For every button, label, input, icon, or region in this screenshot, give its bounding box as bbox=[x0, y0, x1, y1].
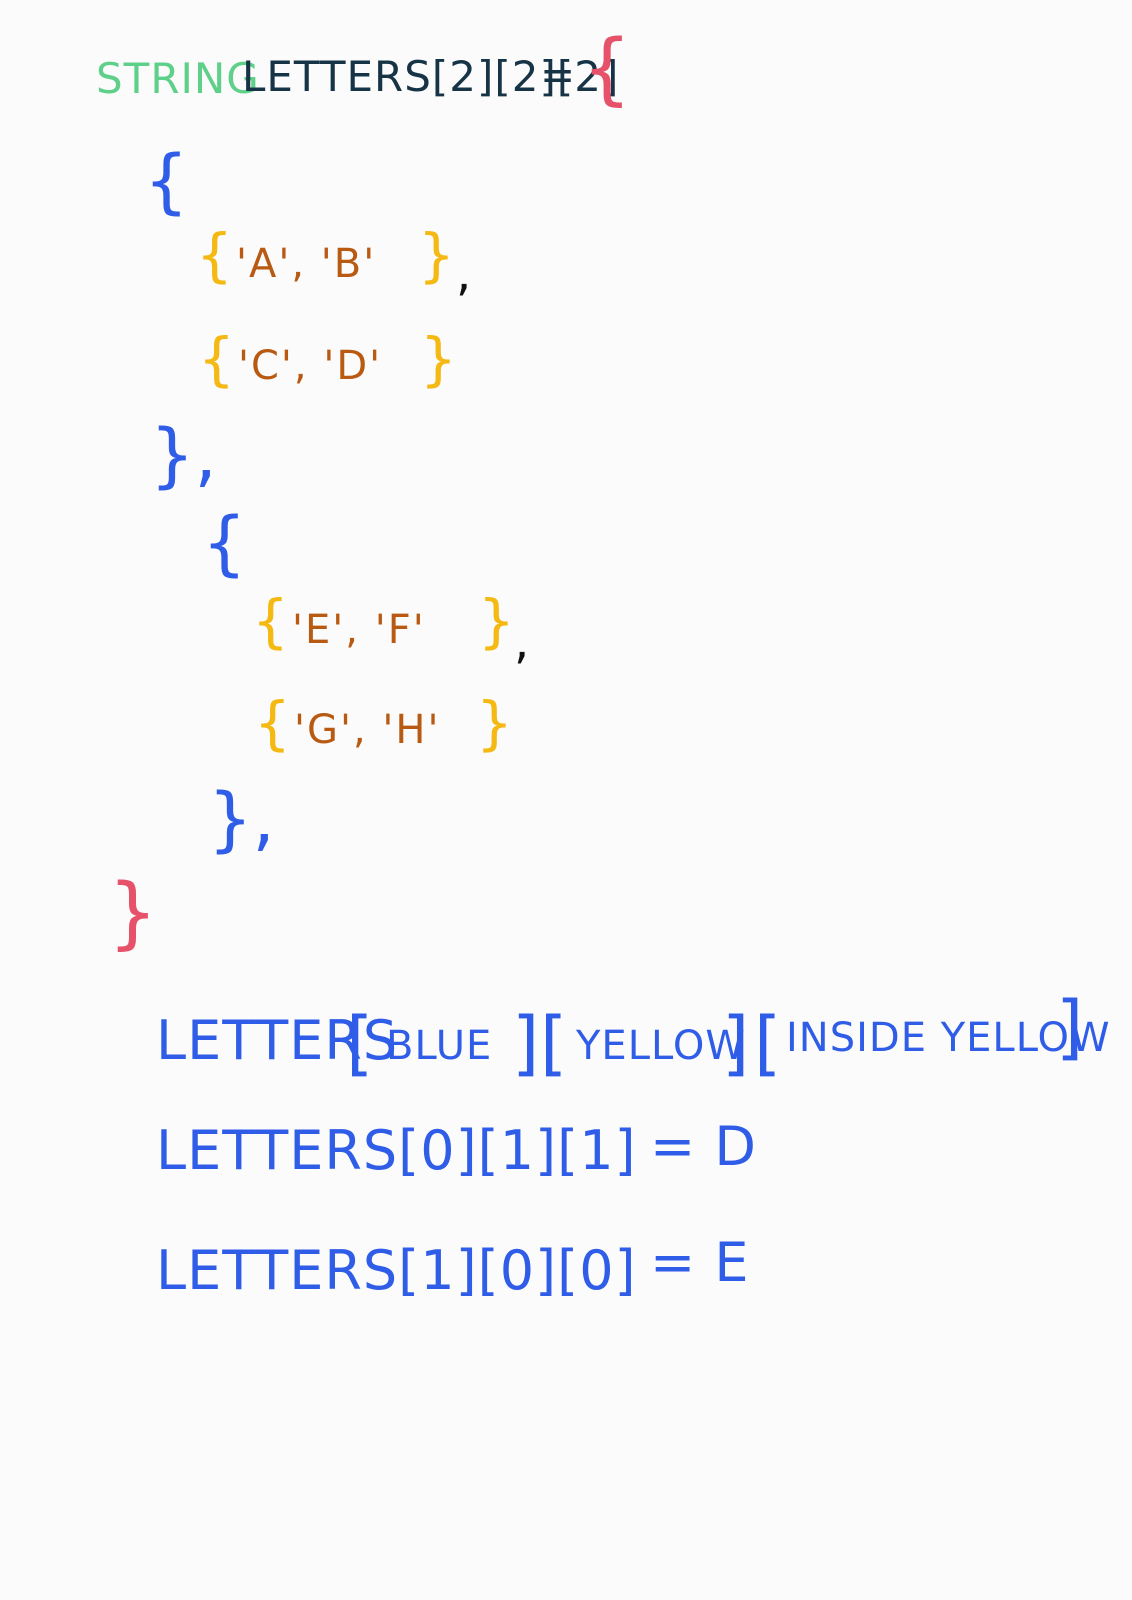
block1-row1-items: 'A', 'B' bbox=[236, 241, 377, 287]
block2-close-brace: }, bbox=[208, 778, 275, 860]
block2-row1-close-brace: } bbox=[478, 587, 515, 655]
block2-row2-close-brace: } bbox=[476, 689, 513, 757]
block1-row1-open-brace: { bbox=[196, 221, 233, 289]
block1-row1-comma: , bbox=[456, 246, 472, 302]
whiteboard-canvas: STRING LETTERS[2][2][2] = { { { 'A', 'B'… bbox=[0, 0, 1132, 1600]
legend-close-bracket-3: ] bbox=[1056, 986, 1085, 1068]
block2-row2-items: 'G', 'H' bbox=[294, 707, 441, 753]
example-1-expression: LETTERS[0][1][1] bbox=[156, 1119, 637, 1182]
legend-open-bracket-2: [ bbox=[540, 1002, 569, 1084]
block1-close-brace: }, bbox=[150, 414, 217, 496]
assign-operator: = bbox=[540, 50, 577, 99]
index-legend: LETTERS [ BLUE ] [ YELLOW ] [ INSIDE YEL… bbox=[156, 992, 1110, 1084]
legend-open-bracket-3: [ bbox=[754, 1002, 783, 1084]
outer-open-brace: { bbox=[582, 24, 632, 114]
block1-row1-close-brace: } bbox=[418, 221, 455, 289]
example-1-result: = D bbox=[650, 1115, 757, 1178]
block2-row1-comma: , bbox=[514, 614, 530, 670]
block1-row2-close-brace: } bbox=[420, 325, 457, 393]
example-2-expression: LETTERS[1][0][0] bbox=[156, 1239, 637, 1302]
legend-close-bracket-1: ] bbox=[512, 1002, 541, 1084]
block1-row2-items: 'C', 'D' bbox=[238, 343, 383, 389]
block2-row1-open-brace: { bbox=[252, 587, 289, 655]
block1-row2-open-brace: { bbox=[198, 325, 235, 393]
block2-row1-items: 'E', 'F' bbox=[292, 607, 426, 653]
block2-row2-open-brace: { bbox=[254, 689, 291, 757]
outer-close-brace: } bbox=[108, 868, 158, 958]
block2-open-brace: { bbox=[202, 502, 247, 584]
block1-open-brace: { bbox=[144, 140, 189, 222]
legend-close-bracket-2: ] bbox=[722, 1002, 751, 1084]
legend-index-1: BLUE bbox=[386, 1023, 493, 1069]
type-keyword: STRING bbox=[96, 54, 260, 103]
legend-open-bracket-1: [ bbox=[346, 1002, 375, 1084]
example-2-result: = E bbox=[650, 1231, 750, 1294]
legend-index-2: YELLOW bbox=[576, 1023, 746, 1069]
